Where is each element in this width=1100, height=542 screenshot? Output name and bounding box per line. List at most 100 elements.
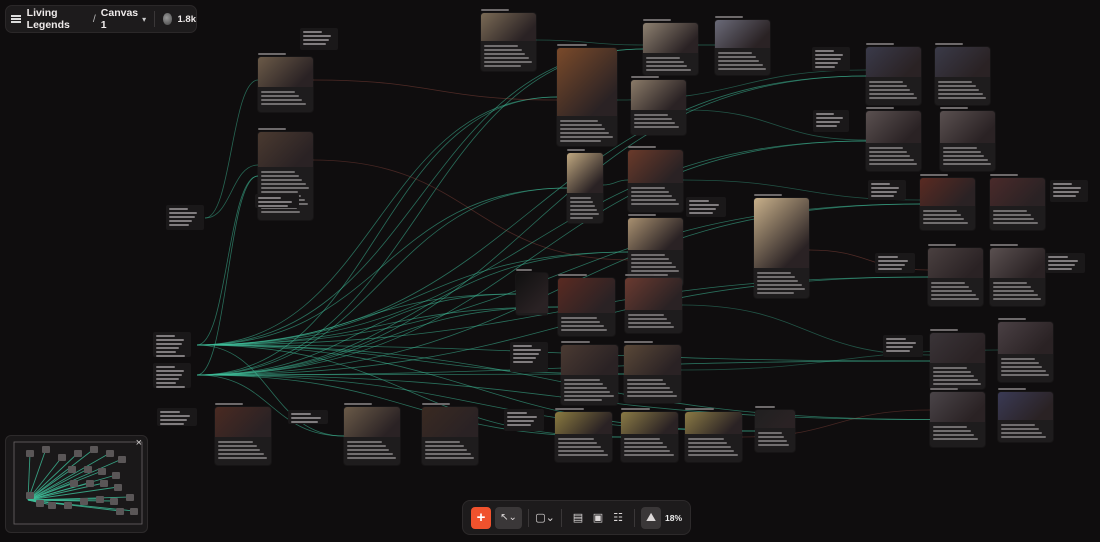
image-node[interactable] (866, 47, 921, 105)
image-node[interactable] (558, 278, 615, 336)
image-node[interactable] (422, 407, 478, 465)
node-image (928, 248, 983, 278)
text-note[interactable] (1050, 180, 1088, 202)
image-node[interactable] (920, 178, 975, 230)
menu-icon[interactable] (6, 6, 27, 32)
minimap-node (98, 468, 106, 475)
image-button[interactable]: ▣ (588, 507, 608, 529)
image-node[interactable] (990, 248, 1045, 306)
node-title (557, 44, 587, 46)
minimap-node (48, 502, 56, 509)
image-node[interactable] (754, 198, 809, 298)
chevron-down-icon[interactable]: ▾ (142, 15, 146, 24)
image-node[interactable] (481, 13, 536, 71)
minimap-node (116, 508, 124, 515)
minimap[interactable]: × (5, 435, 148, 533)
add-button[interactable]: + (471, 506, 491, 529)
text-note[interactable] (1045, 253, 1085, 273)
text-note[interactable] (288, 410, 328, 424)
node-title (516, 269, 532, 271)
close-icon[interactable]: × (136, 437, 142, 449)
image-node[interactable] (930, 333, 985, 389)
image-node[interactable] (685, 412, 742, 462)
image-node[interactable] (555, 412, 612, 462)
project-name[interactable]: Living Legends (27, 7, 88, 31)
node-image (998, 392, 1053, 420)
image-node[interactable] (215, 407, 271, 465)
image-node[interactable] (258, 57, 313, 112)
image-node[interactable] (940, 111, 995, 171)
canvas-name[interactable]: Canvas 1 (101, 7, 138, 31)
text-note[interactable] (510, 342, 548, 372)
toolbar-divider (634, 508, 635, 527)
avatar[interactable] (162, 13, 173, 25)
text-note[interactable] (153, 332, 191, 357)
node-image (567, 153, 603, 193)
image-node[interactable] (930, 392, 985, 447)
layout-button[interactable]: ☷ (608, 507, 628, 529)
text-note[interactable] (157, 408, 197, 426)
text-note[interactable] (255, 194, 299, 208)
text-note[interactable] (883, 335, 923, 357)
text-note[interactable] (686, 197, 726, 217)
image-node[interactable] (990, 178, 1045, 230)
toolbar-divider (561, 508, 562, 527)
image-node[interactable] (631, 80, 686, 135)
minimap-node (110, 498, 118, 505)
image-node[interactable] (866, 111, 921, 171)
node-caption (993, 210, 1042, 226)
image-node[interactable] (557, 48, 617, 146)
image-node[interactable] (561, 345, 618, 405)
text-note[interactable] (812, 47, 850, 71)
image-node[interactable] (567, 153, 603, 223)
collaborators-count[interactable]: 1.8k (177, 14, 196, 25)
connection-edge (196, 96, 558, 346)
node-caption (1001, 424, 1050, 440)
sticky-note-button[interactable]: ▢⌄ (535, 507, 555, 529)
minimap-node (114, 484, 122, 491)
text-note[interactable] (875, 253, 915, 273)
image-node[interactable] (625, 278, 682, 333)
minimap-node (42, 446, 50, 453)
node-title (998, 388, 1026, 390)
image-node[interactable] (344, 407, 400, 465)
node-image (866, 111, 921, 143)
node-title (258, 128, 286, 130)
node-title (920, 174, 948, 176)
node-image (935, 47, 990, 77)
node-caption (560, 120, 614, 144)
node-image (998, 322, 1053, 354)
image-node[interactable] (928, 248, 983, 306)
node-image (561, 345, 618, 375)
node-image (621, 412, 678, 434)
node-caption (688, 438, 739, 458)
node-image (930, 392, 985, 422)
image-node[interactable] (621, 412, 678, 462)
image-node[interactable] (998, 322, 1053, 382)
image-node[interactable] (755, 410, 795, 452)
image-node[interactable] (715, 20, 770, 75)
node-caption (261, 171, 310, 215)
minimap-node (86, 480, 94, 487)
text-note[interactable] (868, 180, 906, 200)
document-button[interactable]: ▤ (568, 507, 588, 529)
image-node[interactable] (628, 150, 683, 212)
text-note[interactable] (166, 205, 204, 230)
text-note[interactable] (153, 363, 191, 388)
image-node[interactable] (935, 47, 990, 105)
minimap-node (126, 494, 134, 501)
text-note[interactable] (813, 110, 849, 132)
node-title (621, 408, 650, 410)
minimap-toggle-button[interactable]: ⛰ (641, 506, 661, 529)
text-note[interactable] (300, 28, 338, 50)
node-title (628, 146, 656, 148)
image-node[interactable] (998, 392, 1053, 442)
zoom-level[interactable]: 18% (665, 513, 682, 523)
node-image (481, 13, 536, 41)
select-tool-button[interactable]: ↖⌄ (495, 506, 522, 529)
node-caption (564, 379, 615, 403)
image-node[interactable] (624, 345, 681, 403)
text-note[interactable] (504, 409, 544, 431)
image-node[interactable] (516, 273, 548, 315)
image-node[interactable] (643, 23, 698, 75)
